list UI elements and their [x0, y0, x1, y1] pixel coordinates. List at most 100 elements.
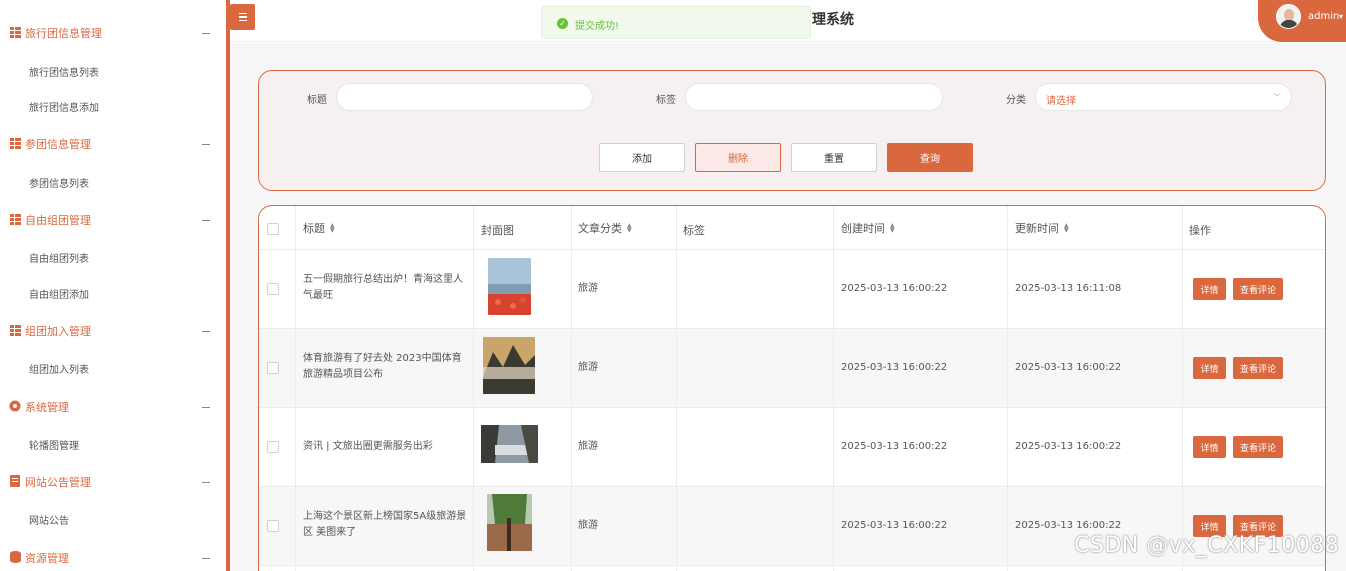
sidebar-item-tour-add[interactable]: 旅行团信息添加 — [29, 99, 99, 114]
view-comments-button[interactable]: 查看评论 — [1233, 357, 1283, 379]
sidebar-group-label: 网站公告管理 — [25, 476, 91, 489]
gear-icon — [9, 400, 21, 412]
tag-input[interactable] — [685, 83, 943, 111]
sidebar-group-join-info[interactable]: 参团信息管理 — [0, 126, 226, 162]
sidebar-group-tour-info[interactable]: 旅行团信息管理 — [0, 15, 226, 51]
row-title: 体育旅游有了好去处 2023中国体育旅游精品项目公布 — [303, 353, 462, 380]
sidebar-group-notice[interactable]: 网站公告管理 — [0, 464, 226, 500]
category-select-value: 请选择 — [1046, 96, 1076, 107]
cover-image — [487, 494, 532, 551]
collapse-icon — [202, 330, 210, 332]
cover-image — [483, 337, 535, 394]
sidebar-item-free-group-add[interactable]: 自由组团添加 — [29, 286, 89, 301]
row-updated: 2025-03-13 16:00:22 — [1015, 441, 1122, 452]
grid-icon — [9, 213, 21, 225]
system-title: 理系统 — [812, 12, 854, 28]
sidebar-group-label: 组团加入管理 — [25, 325, 91, 338]
query-button[interactable]: 查询 — [887, 143, 973, 172]
row-category: 旅游 — [578, 441, 598, 452]
sidebar-item-carousel[interactable]: 轮播图管理 — [29, 437, 79, 452]
row-category: 旅游 — [578, 520, 598, 531]
row-checkbox[interactable] — [267, 520, 279, 532]
row-checkbox[interactable] — [267, 283, 279, 295]
header-created[interactable]: 创建时间 ▲ ▼ — [841, 206, 895, 249]
user-name[interactable]: admin — [1308, 11, 1339, 22]
row-category: 旅游 — [578, 283, 598, 294]
row-created: 2025-03-13 16:00:22 — [841, 520, 948, 531]
cover-image — [481, 425, 538, 463]
tag-label: 标签 — [656, 95, 676, 106]
header-title[interactable]: 标题 ▲ ▼ — [303, 206, 335, 249]
grid-icon — [9, 137, 21, 149]
view-comments-button[interactable]: 查看评论 — [1233, 436, 1283, 458]
cover-image — [488, 258, 531, 315]
sidebar: 旅行团信息管理 旅行团信息列表 旅行团信息添加 参团信息管理 参团信息列表 自由… — [0, 0, 226, 571]
select-all-checkbox[interactable] — [267, 223, 279, 235]
sidebar-item-free-group-list[interactable]: 自由组团列表 — [29, 250, 89, 265]
detail-button[interactable]: 详情 — [1193, 278, 1226, 300]
chevron-down-icon: ﹀ — [1273, 93, 1281, 102]
category-select[interactable]: 请选择 ﹀ — [1035, 83, 1292, 111]
row-created: 2025-03-13 16:00:22 — [841, 283, 948, 294]
add-button[interactable]: 添加 — [599, 143, 685, 172]
detail-button[interactable]: 详情 — [1193, 436, 1226, 458]
sidebar-item-tour-list[interactable]: 旅行团信息列表 — [29, 64, 99, 79]
grid-icon — [9, 324, 21, 336]
chevron-down-icon[interactable]: ▾ — [1339, 12, 1343, 21]
detail-button[interactable]: 详情 — [1193, 357, 1226, 379]
row-title: 上海这个景区新上榜国家5A级旅游景区 美图来了 — [303, 511, 467, 538]
sidebar-group-resource[interactable]: 资源管理 — [0, 540, 226, 571]
grid-icon — [9, 26, 21, 38]
header-actions: 操作 — [1189, 223, 1211, 237]
title-label: 标题 — [307, 95, 327, 106]
row-updated: 2025-03-13 16:00:22 — [1015, 520, 1122, 531]
row-title: 五一假期旅行总结出炉！青海这里人气最旺 — [303, 274, 463, 301]
row-updated: 2025-03-13 16:00:22 — [1015, 362, 1122, 373]
collapse-icon — [202, 32, 210, 34]
collapse-icon — [202, 557, 210, 559]
avatar[interactable] — [1276, 4, 1301, 29]
sidebar-item-notice[interactable]: 网站公告 — [29, 512, 69, 527]
sidebar-group-label: 资源管理 — [25, 552, 69, 565]
document-icon — [9, 475, 21, 487]
sidebar-group-label: 参团信息管理 — [25, 138, 91, 151]
row-checkbox[interactable] — [267, 441, 279, 453]
sort-icon[interactable]: ▲ ▼ — [890, 222, 895, 233]
toast-message: 提交成功! — [575, 21, 620, 32]
sidebar-item-group-join-list[interactable]: 组团加入列表 — [29, 361, 89, 376]
delete-button[interactable]: 删除 — [695, 143, 781, 172]
row-category: 旅游 — [578, 362, 598, 373]
watermark: CSDN @vx_CXKF10088 — [1074, 533, 1340, 558]
collapse-icon — [202, 143, 210, 145]
sidebar-group-label: 自由组团管理 — [25, 214, 91, 227]
row-created: 2025-03-13 16:00:22 — [841, 441, 948, 452]
sidebar-group-system[interactable]: 系统管理 — [0, 389, 226, 425]
check-circle-icon: ✓ — [557, 18, 568, 29]
view-comments-button[interactable]: 查看评论 — [1233, 278, 1283, 300]
database-icon — [9, 551, 21, 563]
data-table: 标题 ▲ ▼ 封面图 文章分类 ▲ ▼ 标签 创建时间 ▲ ▼ 更新时间 ▲ ▼ 操作 五一假期… — [258, 205, 1326, 571]
sort-icon[interactable]: ▲ ▼ — [1064, 222, 1069, 233]
row-checkbox[interactable] — [267, 362, 279, 374]
sidebar-group-label: 系统管理 — [25, 401, 69, 414]
sidebar-group-group-join[interactable]: 组团加入管理 — [0, 313, 226, 349]
sidebar-item-join-list[interactable]: 参团信息列表 — [29, 175, 89, 190]
header-updated[interactable]: 更新时间 ▲ ▼ — [1015, 206, 1069, 249]
sort-icon[interactable]: ▲ ▼ — [330, 222, 335, 233]
title-input[interactable] — [336, 83, 593, 111]
header-category[interactable]: 文章分类 ▲ ▼ — [578, 206, 632, 249]
header-tags: 标签 — [683, 223, 705, 237]
row-title: 资讯 | 文旅出圈更需服务出彩 — [303, 441, 433, 452]
sort-icon[interactable]: ▲ ▼ — [627, 222, 632, 233]
reset-button[interactable]: 重置 — [791, 143, 877, 172]
menu-toggle-button[interactable] — [230, 4, 255, 30]
row-created: 2025-03-13 16:00:22 — [841, 362, 948, 373]
sidebar-group-label: 旅行团信息管理 — [25, 27, 102, 40]
collapse-icon — [202, 219, 210, 221]
collapse-icon — [202, 481, 210, 483]
row-updated: 2025-03-13 16:11:08 — [1015, 283, 1122, 294]
hamburger-icon — [238, 12, 247, 15]
sidebar-group-free-group[interactable]: 自由组团管理 — [0, 202, 226, 238]
category-label: 分类 — [1006, 95, 1026, 106]
collapse-icon — [202, 406, 210, 408]
